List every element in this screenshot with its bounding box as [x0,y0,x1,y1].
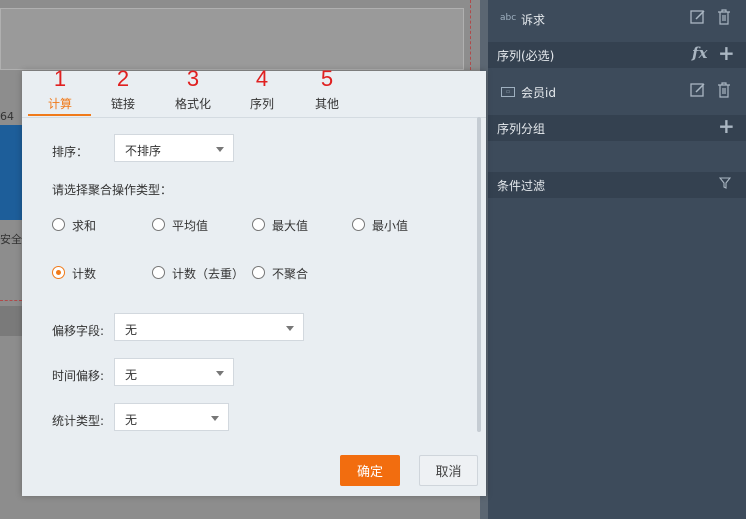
offset-field-select[interactable]: 无 [114,313,304,341]
chevron-down-icon [286,326,294,331]
section-sequence-group: 序列分组 + [488,115,746,141]
trash-icon[interactable] [717,9,731,29]
stat-type-select[interactable]: 无 [114,403,229,431]
background-text: 安全 [0,233,22,246]
tab-label: 其他 [314,97,339,111]
time-offset-value: 无 [125,368,138,382]
aggregate-prompt: 请选择聚合操作类型： [52,183,173,197]
stat-type-label: 统计类型: [52,414,105,428]
add-icon[interactable]: + [718,116,735,136]
section-title: 条件过滤 [497,179,546,193]
section-condition-filter: 条件过滤 [488,172,746,198]
dialog-scrollbar[interactable] [477,117,481,432]
tab-other[interactable]: 5 其他 [303,66,351,117]
section-sequence-required: 序列(必选) fx + [488,42,746,68]
active-tab-indicator [28,114,91,116]
field-row-top[interactable]: abc 诉求 [488,0,746,40]
dialog-tab-bar: 1 计算 2 链接 3 格式化 4 序列 5 其他 [22,66,486,118]
time-offset-select[interactable]: 无 [114,358,234,386]
chevron-down-icon [216,147,224,152]
section-title: 序列分组 [497,122,546,136]
text-type-icon: abc [500,13,517,23]
chevron-down-icon [211,416,219,421]
time-offset-label: 时间偏移: [52,369,105,383]
tab-label: 链接 [110,97,135,111]
trash-icon[interactable] [717,82,731,102]
offset-field-value: 无 [125,323,138,337]
confirm-button[interactable]: 确定 [340,455,400,486]
background-number: 64 [0,110,14,123]
tab-label: 格式化 [174,97,211,111]
add-icon[interactable]: + [718,43,735,63]
tab-label: 计算 [47,97,72,111]
tab-link[interactable]: 2 链接 [99,66,147,117]
edit-icon[interactable] [690,82,706,102]
selection-guide-line [470,0,471,70]
field-config-panel: abc 诉求 序列(必选) fx + ▭ 会员id 序列分组 + 条件过滤 [488,0,746,519]
section-title: 序列(必选) [497,49,555,63]
chevron-down-icon [216,371,224,376]
tab-label: 序列 [249,97,274,111]
offset-field-label: 偏移字段: [52,324,105,338]
background-strip [0,306,22,336]
cancel-button[interactable]: 取消 [419,455,478,486]
filter-icon[interactable] [718,177,732,193]
tab-format[interactable]: 3 格式化 [168,66,218,117]
tab-calculate[interactable]: 1 计算 [36,66,84,117]
tab-number: 3 [186,66,200,91]
background-bar [0,125,22,220]
background-chart-panel [0,8,464,70]
field-label: 会员id [521,86,556,100]
edit-icon[interactable] [690,9,706,29]
selection-guide-line-horizontal [0,300,22,301]
tab-sequence[interactable]: 4 序列 [238,66,286,117]
calculation-settings-dialog: 1 计算 2 链接 3 格式化 4 序列 5 其他 排序： 不排序 请选择聚合操… [22,66,486,496]
sort-select[interactable]: 不排序 [114,134,234,162]
field-row-sequence[interactable]: ▭ 会员id [488,70,746,112]
field-type-icon: ▭ [501,87,515,97]
tab-number: 1 [53,66,67,91]
sort-value: 不排序 [125,144,162,158]
stat-type-value: 无 [125,413,138,427]
formula-icon[interactable]: fx [692,44,707,62]
sort-label: 排序： [52,145,89,159]
tab-number: 4 [255,66,269,91]
tab-number: 5 [320,66,334,91]
field-label: 诉求 [521,13,546,27]
tab-number: 2 [116,66,130,91]
